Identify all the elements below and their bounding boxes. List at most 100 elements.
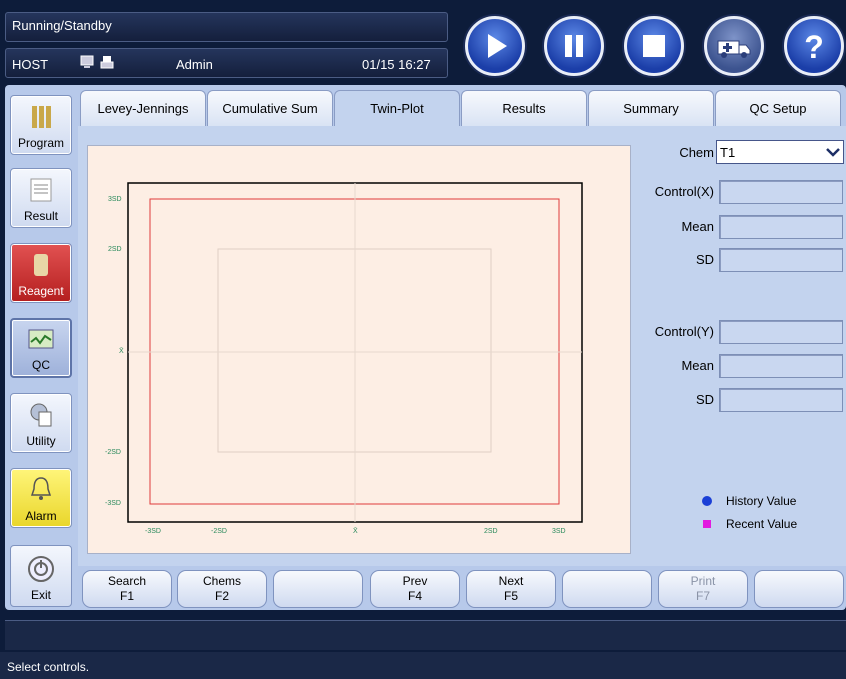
tab-cumulative-sum[interactable]: Cumulative Sum xyxy=(207,90,333,126)
nav-program-button[interactable]: Program xyxy=(10,95,72,155)
sd-x-field[interactable] xyxy=(719,248,843,272)
program-icon xyxy=(32,106,51,128)
pause-icon xyxy=(565,35,583,57)
tab-twin-plot[interactable]: Twin-Plot xyxy=(334,90,460,126)
help-icon: ? xyxy=(804,29,824,63)
nav-utility-label: Utility xyxy=(26,434,56,448)
exit-label: Exit xyxy=(30,588,51,602)
mean-y-field[interactable] xyxy=(719,354,843,378)
mean-x-label: Mean xyxy=(681,219,714,234)
power-icon xyxy=(28,556,54,582)
monitor-icon xyxy=(80,55,94,68)
system-status-text: Running/Standby xyxy=(12,18,112,33)
control-x-field[interactable] xyxy=(719,180,843,204)
help-button[interactable]: ? xyxy=(784,16,844,76)
svg-text:?: ? xyxy=(804,29,824,63)
host-bar: HOST Admin 01/15 16:27 xyxy=(5,48,448,78)
y-label-neg2sd: -2SD xyxy=(105,449,121,456)
nav-utility-button[interactable]: Utility xyxy=(10,393,72,453)
chem-select-value: T1 xyxy=(720,145,736,160)
x-label-neg3sd: -3SD xyxy=(145,528,161,535)
nav-reagent-label: Reagent xyxy=(18,284,64,298)
f1-label: F1 xyxy=(119,589,134,603)
y-label-2sd: 2SD xyxy=(108,246,122,253)
stop-icon xyxy=(643,35,665,57)
status-message-bar: Select controls. xyxy=(0,652,846,679)
nav-qc-label: QC xyxy=(32,358,50,372)
chems-label: Chems xyxy=(202,574,241,588)
twin-plot-area: 3SD 2SD X̄ -2SD -3SD -3SD -2SD X̄ 2SD 3S… xyxy=(87,145,631,554)
user-name: Admin xyxy=(176,57,213,72)
sd-x-label: SD xyxy=(695,252,714,267)
f8-button[interactable] xyxy=(754,570,844,608)
alarm-bell-icon xyxy=(30,477,52,500)
f7-label: F7 xyxy=(695,589,710,603)
f2-label: F2 xyxy=(214,589,229,603)
f5-label: F5 xyxy=(503,589,518,603)
tab-qc-setup[interactable]: QC Setup xyxy=(715,90,841,126)
host-icons xyxy=(80,55,114,69)
search-label: Search xyxy=(107,574,147,588)
exit-button[interactable]: Exit xyxy=(10,545,72,607)
x-label-3sd: 3SD xyxy=(552,528,566,535)
pause-button[interactable] xyxy=(544,16,604,76)
print-label: Print xyxy=(690,574,716,588)
sd-y-label: SD xyxy=(695,392,714,407)
play-icon xyxy=(488,34,507,58)
x-label-neg2sd: -2SD xyxy=(211,528,227,535)
chem-select[interactable]: T1 xyxy=(716,140,844,164)
next-label: Next xyxy=(498,574,524,588)
print-f7-button[interactable]: Print F7 xyxy=(658,570,748,608)
control-y-field[interactable] xyxy=(719,320,843,344)
ambulance-icon xyxy=(717,40,751,58)
prev-label: Prev xyxy=(402,574,428,588)
mean-x-field[interactable] xyxy=(719,215,843,239)
chems-f2-button[interactable]: Chems F2 xyxy=(177,570,267,608)
host-label: HOST xyxy=(12,57,49,72)
ambulance-button[interactable] xyxy=(704,16,764,76)
mean-y-label: Mean xyxy=(681,358,714,373)
sd-y-field[interactable] xyxy=(719,388,843,412)
nav-reagent-button[interactable]: Reagent xyxy=(10,243,72,303)
nav-result-button[interactable]: Result xyxy=(10,168,72,228)
chem-label: Chem xyxy=(679,145,714,160)
recent-value-marker xyxy=(703,520,711,528)
qc-chart-icon xyxy=(28,329,54,349)
y-label-mean: X̄ xyxy=(119,347,124,355)
y-label-3sd: 3SD xyxy=(108,196,122,203)
stop-button[interactable] xyxy=(624,16,684,76)
control-x-label: Control(X) xyxy=(654,184,714,199)
x-label-mean: X̄ xyxy=(353,527,358,535)
history-value-marker xyxy=(702,496,712,506)
tab-summary[interactable]: Summary xyxy=(588,90,714,126)
nav-alarm-label: Alarm xyxy=(25,509,57,523)
f3-button[interactable] xyxy=(273,570,363,608)
nav-result-label: Result xyxy=(23,209,58,223)
system-status-bar: Running/Standby xyxy=(5,12,448,42)
datetime: 01/15 16:27 xyxy=(362,57,431,72)
nav-qc-button[interactable]: QC xyxy=(10,318,72,378)
reagent-icon xyxy=(34,254,48,276)
control-y-label: Control(Y) xyxy=(654,324,714,339)
f4-label: F4 xyxy=(407,589,422,603)
nav-alarm-button[interactable]: Alarm xyxy=(10,468,72,528)
utility-icon xyxy=(30,403,52,427)
chevron-down-icon xyxy=(826,148,840,157)
play-button[interactable] xyxy=(465,16,525,76)
status-message: Select controls. xyxy=(7,660,90,674)
history-value-legend: History Value xyxy=(726,494,797,508)
message-area xyxy=(5,620,846,650)
tab-bar: Levey-Jennings Cumulative Sum Twin-Plot … xyxy=(80,90,842,126)
search-f1-button[interactable]: Search F1 xyxy=(82,570,172,608)
tab-results[interactable]: Results xyxy=(461,90,587,126)
f6-button[interactable] xyxy=(562,570,652,608)
y-label-neg3sd: -3SD xyxy=(105,500,121,507)
result-icon xyxy=(30,178,52,202)
recent-value-legend: Recent Value xyxy=(726,517,798,531)
next-f5-button[interactable]: Next F5 xyxy=(466,570,556,608)
nav-program-label: Program xyxy=(17,136,64,150)
prev-f4-button[interactable]: Prev F4 xyxy=(370,570,460,608)
twin-plot-svg: 3SD 2SD X̄ -2SD -3SD -3SD -2SD X̄ 2SD 3S… xyxy=(105,182,583,535)
x-label-2sd: 2SD xyxy=(484,528,498,535)
tab-levey-jennings[interactable]: Levey-Jennings xyxy=(80,90,206,126)
